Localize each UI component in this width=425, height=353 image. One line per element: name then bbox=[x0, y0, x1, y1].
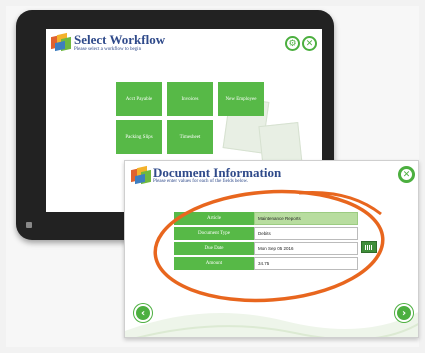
workflow-button-acct-payable[interactable]: Acct Payable bbox=[116, 82, 162, 116]
form-row-due-date: Due Date Mon Sep 05 2016 bbox=[174, 242, 358, 255]
field-label: Document Type bbox=[174, 227, 254, 240]
screen-title: Select Workflow bbox=[74, 32, 166, 47]
amount-field[interactable]: 34.75 bbox=[254, 257, 358, 270]
dialog-subtitle: Please enter values for each of the fiel… bbox=[153, 179, 249, 184]
close-icon[interactable]: ✕ bbox=[398, 166, 415, 183]
article-field[interactable]: Maintenance Reports bbox=[254, 212, 358, 225]
field-label: Article bbox=[174, 212, 254, 225]
arrow-right-icon[interactable]: › bbox=[395, 304, 413, 322]
gear-icon[interactable]: ⚙ bbox=[285, 36, 300, 51]
app-logo bbox=[131, 165, 151, 185]
document-type-field[interactable]: Debits bbox=[254, 227, 358, 240]
arrow-left-icon[interactable]: ‹ bbox=[134, 304, 152, 322]
workflow-button-invoices[interactable]: Invoices bbox=[167, 82, 213, 116]
field-label: Amount bbox=[174, 257, 254, 270]
form-row-article: Article Maintenance Reports bbox=[174, 212, 358, 225]
screen-subtitle: Please select a workflow to begin bbox=[74, 47, 142, 52]
document-info-dialog: Document Information Please enter values… bbox=[124, 160, 419, 338]
document-form: Article Maintenance Reports Document Typ… bbox=[174, 212, 358, 272]
close-icon[interactable]: ✕ bbox=[302, 36, 317, 51]
app-logo bbox=[51, 32, 71, 52]
calendar-icon[interactable] bbox=[361, 241, 377, 253]
workflow-button-packing-slips[interactable]: Packing Slips bbox=[116, 120, 162, 154]
home-button bbox=[26, 222, 32, 228]
decorative-wave bbox=[125, 312, 418, 337]
workflow-button-new-employee[interactable]: New Employee bbox=[218, 82, 264, 116]
field-label: Due Date bbox=[174, 242, 254, 255]
due-date-field[interactable]: Mon Sep 05 2016 bbox=[254, 242, 358, 255]
form-row-amount: Amount 34.75 bbox=[174, 257, 358, 270]
form-row-document-type: Document Type Debits bbox=[174, 227, 358, 240]
workflow-button-timesheet[interactable]: Timesheet bbox=[167, 120, 213, 154]
